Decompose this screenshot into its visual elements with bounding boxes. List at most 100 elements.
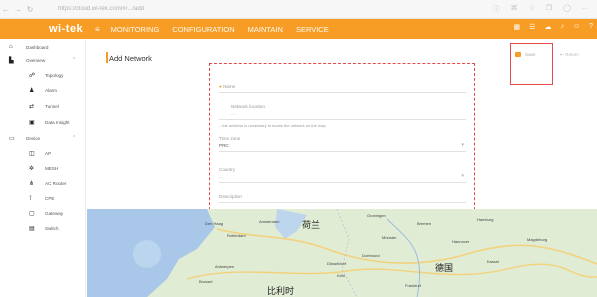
sidebar-item-device[interactable]: ▭ Device ^ <box>0 132 86 144</box>
chevron-up-icon: ^ <box>73 135 76 141</box>
menu-toggle-icon[interactable]: ≡ <box>95 25 100 34</box>
sidebar-item-label: Overview <box>26 57 46 63</box>
sidebar-item-label: Topology <box>45 72 64 78</box>
timezone-value: PRC <box>219 143 229 148</box>
favorite-icon[interactable]: ☆ <box>529 4 535 14</box>
address-field[interactable]: Network location ... ...the address is n… <box>219 104 466 128</box>
user-icon: ● <box>219 84 222 89</box>
name-field[interactable]: ● Name <box>219 84 466 93</box>
sidebar-item-label: MESH <box>45 165 59 171</box>
description-placeholder: Description <box>219 194 242 199</box>
save-button[interactable]: Save <box>515 52 535 57</box>
save-icon <box>515 52 521 57</box>
list-icon[interactable]: ☰ <box>529 23 535 31</box>
address-value: ... <box>231 111 235 116</box>
return-icon: ⇤ <box>560 52 564 57</box>
page-title: Add Network <box>109 54 152 63</box>
timezone-select[interactable]: Time zone PRC ▾ <box>219 136 466 152</box>
country-label-belgium: 比利时 <box>267 286 295 296</box>
profile-icon[interactable]: ◯ <box>563 4 571 14</box>
sidebar-item-data-insight[interactable]: ▣ Data Insight <box>0 116 86 128</box>
sidebar: ⌂ Dashboard ▙ Overview ^ ☍ Topology ♟ Al… <box>0 39 86 297</box>
more-icon[interactable]: … <box>582 4 589 14</box>
sidebar-item-switch[interactable]: ▤ Switch <box>0 222 86 234</box>
city-label: Groningen <box>367 213 386 218</box>
city-label: Antwerpen <box>215 264 235 269</box>
city-label: Amsterdam <box>259 219 280 224</box>
collections-icon[interactable]: ❐ <box>546 4 552 14</box>
sidebar-item-ac-router[interactable]: ⋔ AC Router <box>0 177 86 189</box>
sidebar-item-cpe[interactable]: ⊺ CPE <box>0 192 86 204</box>
name-placeholder: Name <box>223 84 236 89</box>
country-label-germany: 德国 <box>435 263 454 273</box>
country-label-netherlands: 荷兰 <box>302 220 321 230</box>
gateway-icon: ▢ <box>29 210 35 217</box>
tunnel-icon: ⇄ <box>29 103 35 110</box>
city-label: Magdeburg <box>527 237 548 242</box>
top-nav: MONITORING CONFIGURATION MAINTAIN SERVIC… <box>111 25 329 34</box>
sidebar-item-label: Switch <box>45 225 59 231</box>
city-label: Dortmund <box>362 253 380 258</box>
sidebar-item-topology[interactable]: ☍ Topology <box>0 69 86 81</box>
sidebar-item-label: Dashboard <box>26 44 49 50</box>
address-bar[interactable]: https://cloud.wi-tek.com/#/.../add <box>58 6 493 12</box>
chevron-down-icon: ▾ <box>461 173 464 179</box>
sidebar-item-label: Data Insight <box>45 119 70 125</box>
city-label: Frankfurt <box>405 283 422 288</box>
bell-icon[interactable]: ♪ <box>560 23 564 31</box>
map[interactable]: 荷兰 德国 比利时 Groningen Den Haag Rotterdam A… <box>87 209 597 297</box>
sidebar-item-dashboard[interactable]: ⌂ Dashboard <box>0 41 86 53</box>
save-label: Save <box>525 52 536 57</box>
sidebar-item-gateway[interactable]: ▢ Gateway <box>0 207 86 219</box>
forward-icon[interactable]: → <box>12 5 24 14</box>
city-label: Rotterdam <box>227 233 246 238</box>
mesh-icon: ✲ <box>29 165 35 172</box>
help-icon[interactable]: ? <box>589 23 593 31</box>
nav-maintain[interactable]: MAINTAIN <box>248 25 283 34</box>
browser-toolbar: ← → ↻ https://cloud.wi-tek.com/#/.../add… <box>0 0 597 19</box>
city-label: Brussel <box>199 279 213 284</box>
cpe-icon: ⊺ <box>29 195 33 202</box>
sidebar-item-tunnel[interactable]: ⇄ Tunnel <box>0 100 86 112</box>
nav-configuration[interactable]: CONFIGURATION <box>172 25 234 34</box>
chevron-down-icon: ▾ <box>461 142 464 148</box>
city-label: Hannover <box>452 239 470 244</box>
sidebar-item-overview[interactable]: ▙ Overview ^ <box>0 54 86 66</box>
router-icon: ⋔ <box>29 180 35 187</box>
country-value: ... <box>219 174 223 179</box>
home-icon: ⌂ <box>9 44 13 50</box>
address-label: Network location <box>231 104 265 109</box>
map-terrain <box>87 209 597 297</box>
monitor-icon: ▭ <box>9 135 15 142</box>
description-field[interactable]: Description <box>219 194 466 203</box>
sidebar-item-label: Tunnel <box>45 103 59 109</box>
main-content: Add Network Save ⇤ Return ● Name Network… <box>87 39 597 297</box>
return-label: Return <box>565 52 579 57</box>
city-label: Bremen <box>417 221 432 226</box>
sidebar-item-label: Device <box>26 135 41 141</box>
timezone-label: Time zone <box>219 136 241 141</box>
address-hint: ...the address is necessary to locate th… <box>219 123 326 128</box>
return-button[interactable]: ⇤ Return <box>560 52 579 58</box>
ap-icon: ◫ <box>29 150 35 157</box>
sidebar-item-mesh[interactable]: ✲ MESH <box>0 162 86 174</box>
info-icon[interactable]: ⓘ <box>493 4 500 14</box>
alarm-icon: ♟ <box>29 87 35 94</box>
sidebar-item-alarm[interactable]: ♟ Alarm <box>0 84 86 96</box>
user-icon[interactable]: ☺ <box>573 23 580 31</box>
switch-icon: ▤ <box>29 225 35 232</box>
nav-monitoring[interactable]: MONITORING <box>111 25 160 34</box>
sidebar-item-label: AP <box>45 150 52 156</box>
country-select[interactable]: Country ... ▾ <box>219 167 466 183</box>
extensions-icon[interactable]: ⌘ <box>511 4 518 14</box>
city-label: Münster <box>382 235 397 240</box>
sidebar-item-ap[interactable]: ◫ AP <box>0 147 86 159</box>
city-label: Düsseldorf <box>327 261 347 266</box>
sidebar-item-label: Alarm <box>45 87 57 93</box>
save-highlight <box>510 43 553 85</box>
reload-icon[interactable]: ↻ <box>24 5 36 14</box>
grid-icon[interactable]: ▦ <box>514 23 521 31</box>
cloud-icon[interactable]: ☁ <box>544 23 551 31</box>
nav-service[interactable]: SERVICE <box>296 25 329 34</box>
back-icon[interactable]: ← <box>0 5 12 14</box>
